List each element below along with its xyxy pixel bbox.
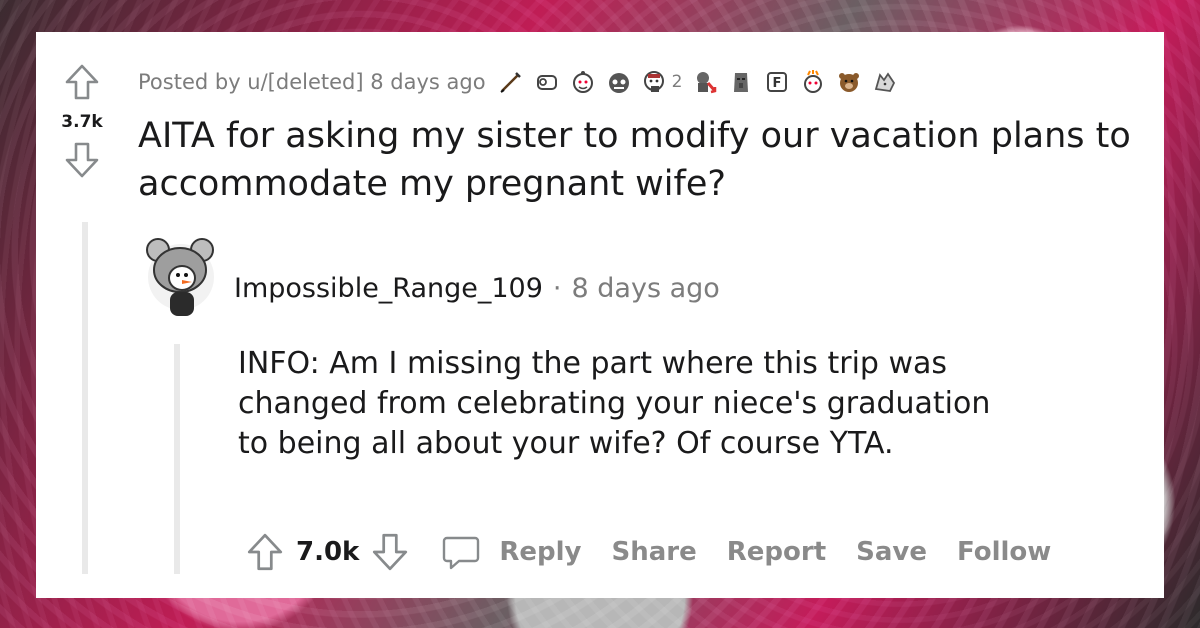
reddit-post-card: 3.7k Posted by u/[deleted] 8 days ago 2 bbox=[36, 32, 1164, 598]
press-f-award-icon[interactable]: F bbox=[764, 69, 790, 95]
award-list: 2 F bbox=[498, 69, 899, 95]
share-button[interactable]: Share bbox=[612, 537, 697, 567]
follow-button[interactable]: Follow bbox=[957, 537, 1051, 567]
mind-blown-award-icon[interactable] bbox=[800, 69, 826, 95]
cheers-award-icon[interactable] bbox=[642, 69, 668, 95]
post-thread-line[interactable] bbox=[82, 222, 88, 574]
wolf-award-icon[interactable] bbox=[872, 69, 898, 95]
comment-upvote-icon[interactable] bbox=[244, 531, 286, 573]
comment-body: INFO: Am I missing the part where this t… bbox=[238, 346, 991, 461]
comment-score: 7.0k bbox=[296, 537, 360, 567]
stonks-down-award-icon[interactable] bbox=[692, 69, 718, 95]
award-count: 2 bbox=[671, 72, 683, 92]
wholesome-award-icon[interactable] bbox=[570, 69, 596, 95]
post-meta: Posted by u/[deleted] 8 days ago 2 F bbox=[138, 68, 898, 96]
comment-bubble-icon bbox=[443, 536, 480, 570]
report-button[interactable]: Report bbox=[727, 537, 826, 567]
upvote-arrow-icon[interactable] bbox=[62, 62, 102, 102]
comment-timestamp[interactable]: 8 days ago bbox=[572, 273, 720, 304]
moai-award-icon[interactable] bbox=[728, 69, 754, 95]
post-title[interactable]: AITA for asking my sister to modify our … bbox=[138, 112, 1148, 208]
comment-username[interactable]: Impossible_Range_109 bbox=[234, 273, 543, 304]
comment-meta: Impossible_Range_109 · 8 days ago bbox=[234, 270, 720, 306]
post-vote-column: 3.7k bbox=[36, 62, 128, 180]
comment-actions: 7.0k Reply Share Report Save Follow bbox=[244, 530, 1081, 574]
reply-label: Reply bbox=[499, 537, 582, 567]
pencil-award-icon[interactable] bbox=[498, 69, 524, 95]
save-button[interactable]: Save bbox=[856, 537, 927, 567]
post-score: 3.7k bbox=[61, 112, 103, 132]
bear-award-icon[interactable] bbox=[836, 69, 862, 95]
reply-button[interactable]: Reply bbox=[441, 532, 611, 572]
box-award-icon[interactable] bbox=[534, 69, 560, 95]
comment-downvote-icon[interactable] bbox=[369, 531, 411, 573]
snoo-avatar-icon[interactable] bbox=[144, 232, 218, 322]
downvote-arrow-icon[interactable] bbox=[62, 140, 102, 180]
comment-thread-line[interactable] bbox=[174, 344, 180, 574]
svg-text:F: F bbox=[773, 76, 782, 91]
doom-award-icon[interactable] bbox=[606, 69, 632, 95]
post-meta-text: Posted by u/[deleted] 8 days ago bbox=[138, 70, 486, 94]
meta-separator: · bbox=[552, 272, 562, 304]
